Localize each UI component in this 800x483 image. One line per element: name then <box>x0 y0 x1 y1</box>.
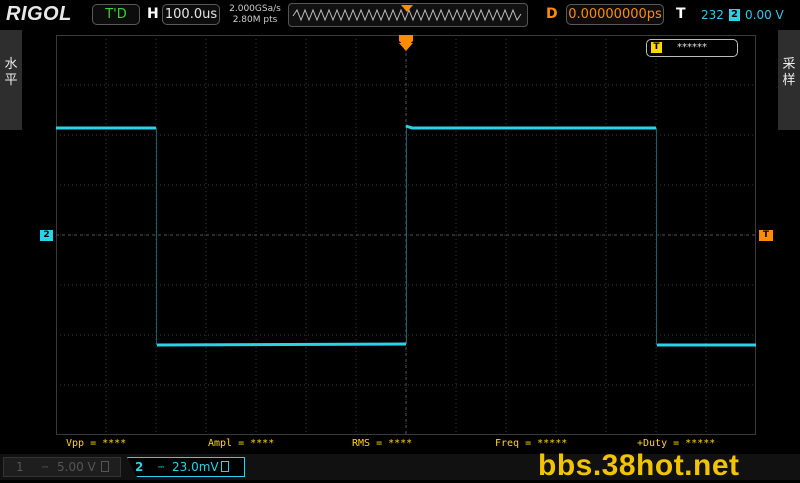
channel-2-status[interactable]: 2 ⎓ 23.0mV <box>127 457 245 477</box>
dc-coupling-icon: ⎓ <box>42 462 49 471</box>
delay-value[interactable]: 0.00000000ps <box>566 4 664 25</box>
trigger-level-marker[interactable]: T <box>759 230 773 241</box>
acquire-tab-char-1: 采 <box>782 57 796 72</box>
trigger-status-icon: T <box>651 42 662 53</box>
memory-depth: 2.80M pts <box>232 15 278 25</box>
measurement-ampl[interactable]: Ampl = **** <box>208 438 274 449</box>
horizontal-menu-tab[interactable]: 水 平 <box>0 30 22 130</box>
brand-logo: RIGOL <box>6 3 72 25</box>
trigger-count: 232 <box>701 8 724 22</box>
dc-coupling-icon: ⎓ <box>158 462 165 471</box>
trigger-status-text: ****** <box>677 42 707 53</box>
bandwidth-limit-icon <box>221 461 229 472</box>
sample-rate: 2.000GSa/s <box>229 4 281 14</box>
measurement-duty[interactable]: +Duty = ***** <box>637 438 715 449</box>
bandwidth-limit-icon <box>101 461 109 472</box>
acquire-tab-char-2: 样 <box>782 73 796 88</box>
top-status-bar: RIGOL T'D H 100.0us 2.000GSa/s 2.80M pts… <box>0 0 800 30</box>
trigger-level-value[interactable]: 0.00 V <box>745 8 784 22</box>
trigger-position-marker-icon <box>399 35 413 51</box>
trigger-label: T <box>676 6 686 22</box>
measurement-freq[interactable]: Freq = ***** <box>495 438 567 449</box>
trigger-status-box: T ****** <box>646 39 738 57</box>
acquire-menu-tab[interactable]: 采 样 <box>778 30 800 130</box>
delay-label: D <box>546 6 558 22</box>
channel-2-number: 2 <box>135 460 144 474</box>
timebase-value[interactable]: 100.0us <box>162 4 220 25</box>
measurement-vpp[interactable]: Vpp = **** <box>66 438 126 449</box>
memory-waveform-overview[interactable] <box>288 3 528 27</box>
channel-1-scale: 5.00 V <box>57 460 96 474</box>
trigger-source-badge[interactable]: 2 <box>729 9 740 21</box>
run-state-indicator[interactable]: T'D <box>92 4 140 25</box>
waveform-display[interactable] <box>56 35 756 435</box>
watermark: bbs.38hot.net <box>538 449 740 482</box>
trigger-position-icon <box>401 5 413 12</box>
acquisition-info: 2.000GSa/s 2.80M pts <box>226 4 284 26</box>
overview-waveform-icon <box>292 5 522 22</box>
channel-1-status[interactable]: 1 ⎓ 5.00 V <box>3 457 121 477</box>
measurement-rms[interactable]: RMS = **** <box>352 438 412 449</box>
horizontal-label: H <box>147 6 159 22</box>
channel-1-number: 1 <box>16 460 24 474</box>
horizontal-tab-char-2: 平 <box>4 73 18 88</box>
horizontal-tab-char-1: 水 <box>4 57 18 72</box>
ch2-offset-marker[interactable]: 2 <box>40 230 53 241</box>
channel-2-scale: 23.0mV <box>172 460 219 474</box>
